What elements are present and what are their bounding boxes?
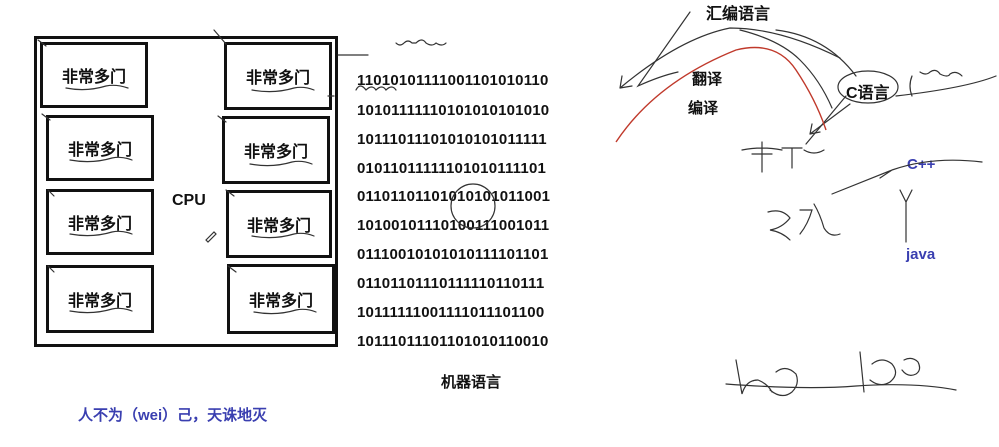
corner-tick <box>213 29 227 45</box>
circle-mark <box>450 183 496 229</box>
handwriting <box>859 351 921 393</box>
arrow-to-assembly <box>636 11 691 88</box>
arrow-c-left <box>809 103 851 135</box>
underline-scribble <box>69 156 133 163</box>
red-arrow <box>615 46 827 143</box>
handwriting <box>735 359 798 397</box>
underline-scribble <box>251 232 315 239</box>
corner-tick <box>227 265 237 273</box>
handwriting <box>741 141 825 173</box>
underline-scribble <box>253 308 317 315</box>
paren-scribble <box>909 69 963 97</box>
java-line <box>899 189 913 243</box>
corner-tick <box>47 189 55 197</box>
corner-tick <box>217 115 227 123</box>
corner-tick <box>37 39 47 47</box>
underline-scribble <box>65 84 129 91</box>
cpp-line <box>831 159 983 195</box>
underline-scribble <box>249 160 313 167</box>
handwriting <box>767 203 841 241</box>
corner-tick <box>47 265 55 273</box>
baseline-line <box>725 383 957 391</box>
corner-tick <box>41 113 51 121</box>
scribble-curve <box>739 29 833 109</box>
underline-scribble <box>69 230 133 237</box>
line-c-to-cpp <box>805 75 997 145</box>
underline-scribble <box>251 86 315 93</box>
binary-scribble <box>337 39 447 56</box>
underline-scribble <box>69 307 133 314</box>
arrow-to-machine-code <box>619 27 841 89</box>
binary-scribble <box>327 85 397 97</box>
corner-tick <box>225 189 235 197</box>
pen-cursor <box>205 231 217 243</box>
c-language-circle <box>837 70 899 104</box>
handwriting-overlay <box>37 11 997 397</box>
